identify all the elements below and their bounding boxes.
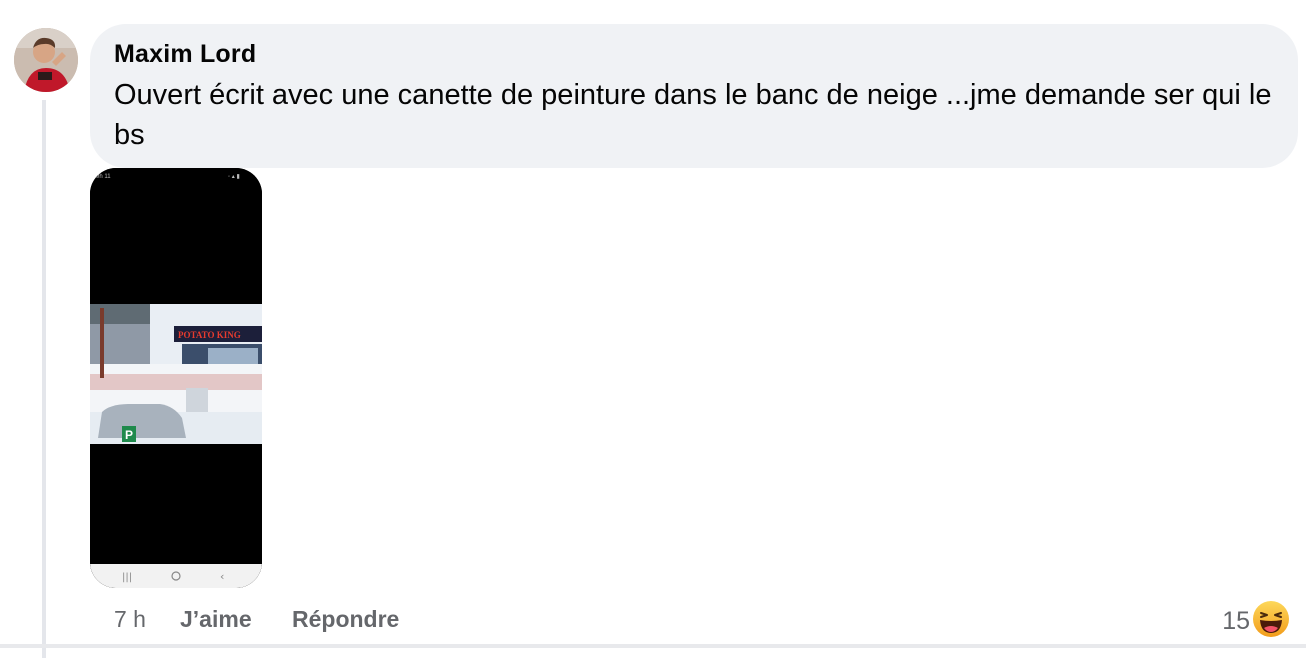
comment-bubble: Maxim Lord Ouvert écrit avec une canette… [90, 24, 1298, 168]
reply-button[interactable]: Répondre [292, 606, 399, 633]
reaction-count: 15 [1222, 606, 1250, 635]
bottom-divider [0, 644, 1306, 648]
svg-text:|||: ||| [122, 572, 132, 583]
svg-text:‹: ‹ [220, 570, 224, 583]
phone-screenshot-image: 9h 11 ◦ ▴ ▮ POTATO KING P ||| ‹ [90, 168, 262, 588]
status-bar-time: 9h 11 [96, 174, 111, 180]
reaction-summary[interactable]: 15 [1222, 600, 1290, 642]
comment-text: Ouvert écrit avec une canette de peintur… [114, 79, 1272, 151]
avatar[interactable] [14, 28, 78, 92]
like-button[interactable]: J’aime [180, 606, 252, 633]
comment-image-attachment[interactable]: 9h 11 ◦ ▴ ▮ POTATO KING P ||| ‹ [90, 168, 262, 588]
svg-text:◦ ▴ ▮: ◦ ▴ ▮ [228, 174, 240, 180]
sign-text: POTATO KING [178, 330, 241, 340]
parking-sign-letter: P [125, 428, 133, 442]
thread-line [42, 100, 46, 658]
avatar-photo [14, 28, 78, 92]
haha-emoji-icon [1252, 600, 1290, 643]
comment-timestamp[interactable]: 7 h [114, 606, 146, 633]
author-name[interactable]: Maxim Lord [114, 40, 256, 69]
